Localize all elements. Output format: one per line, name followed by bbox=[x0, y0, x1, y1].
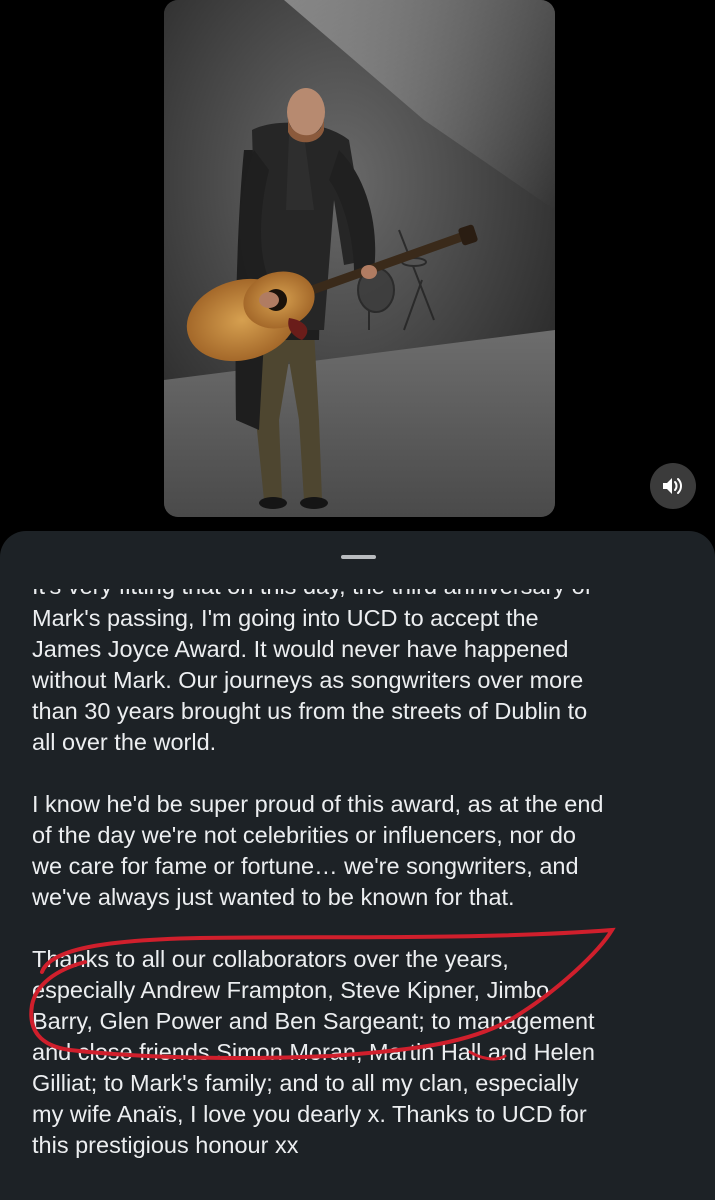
caption-line: my wife Anaïs, I love you dearly x. Than… bbox=[32, 1101, 587, 1127]
caption-line: of the day we're not celebrities or infl… bbox=[32, 822, 576, 848]
mute-button[interactable] bbox=[650, 463, 696, 509]
sheet-grabber[interactable] bbox=[341, 555, 376, 559]
caption-line: this prestigious honour xx bbox=[32, 1132, 299, 1158]
caption-line: than 30 years brought us from the street… bbox=[32, 698, 588, 724]
caption-sheet[interactable]: It's very fitting that on this day, the … bbox=[0, 531, 715, 1200]
speaker-icon bbox=[663, 478, 682, 494]
caption-line: Gilliat; to Mark's family; and to all my… bbox=[32, 1070, 579, 1096]
caption-partial-line: It's very fitting that on this day, the … bbox=[32, 589, 692, 601]
screen: It's very fitting that on this day, the … bbox=[0, 0, 715, 1200]
caption-line: all over the world. bbox=[32, 729, 217, 755]
caption-line: especially Andrew Frampton, Steve Kipner… bbox=[32, 977, 550, 1003]
caption-line: Barry, Glen Power and Ben Sargeant; to m… bbox=[32, 1008, 595, 1034]
caption-line: without Mark. Our journeys as songwriter… bbox=[32, 667, 584, 693]
caption-line: we've always just wanted to be known for… bbox=[32, 884, 515, 910]
caption-line: and close friends Simon Moran, Martin Ha… bbox=[32, 1039, 595, 1065]
post-caption: It's very fitting that on this day, the … bbox=[32, 589, 692, 1161]
caption-line: we care for fame or fortune… we're songw… bbox=[32, 853, 579, 879]
caption-line: I know he'd be super proud of this award… bbox=[32, 791, 604, 817]
caption-line: James Joyce Award. It would never have h… bbox=[32, 636, 569, 662]
caption-line: Thanks to all our collaborators over the… bbox=[32, 946, 509, 972]
caption-line: Mark's passing, I'm going into UCD to ac… bbox=[32, 605, 539, 631]
video-player[interactable] bbox=[164, 0, 555, 517]
video-frame bbox=[164, 0, 555, 517]
